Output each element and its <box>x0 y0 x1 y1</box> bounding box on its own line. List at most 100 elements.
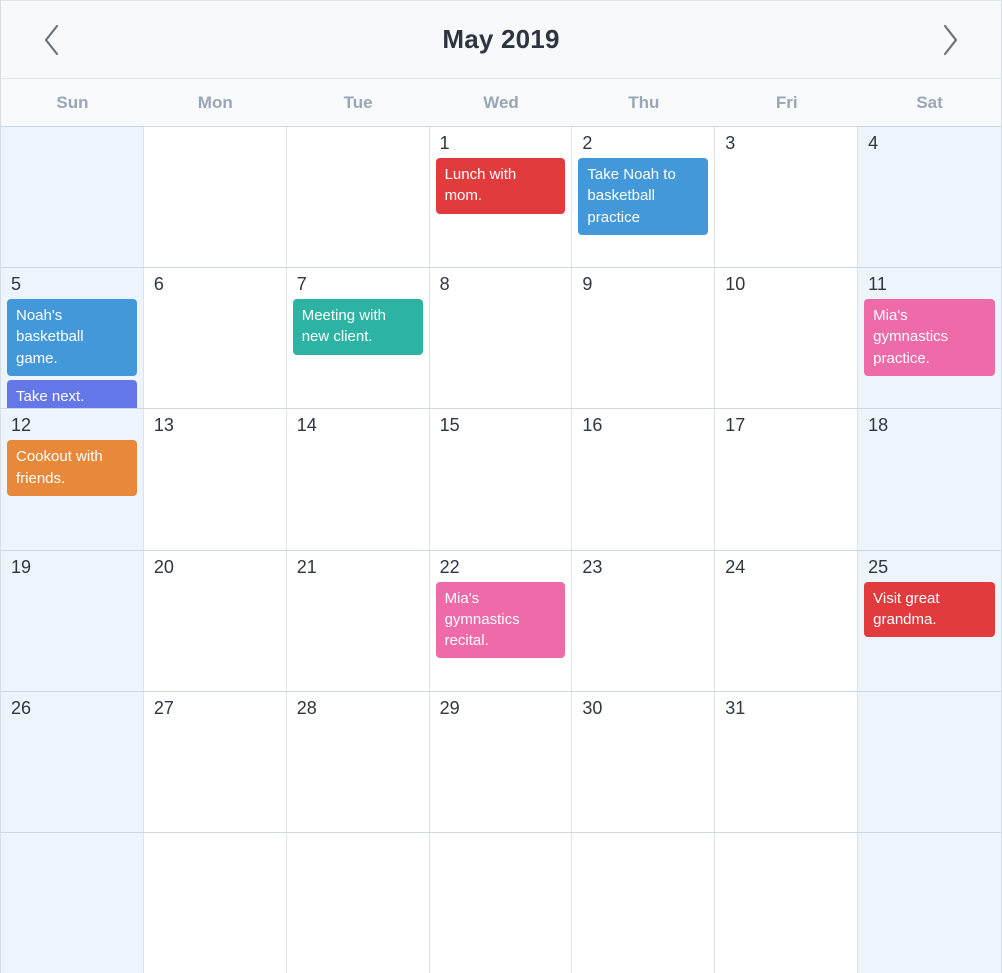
day-cell-19[interactable]: 19 <box>1 550 144 691</box>
calendar-month-view: May 2019 Sun Mon Tue Wed Thu Fri Sat 1 Lunch wi… <box>0 0 1002 973</box>
day-cell-7[interactable]: 7 Meeting with new client. <box>286 268 430 409</box>
day-number: 20 <box>153 556 174 577</box>
day-cell-empty[interactable] <box>858 691 1001 832</box>
day-number: 6 <box>153 274 164 295</box>
day-number: 12 <box>11 415 32 436</box>
day-cell-5[interactable]: 5 Noah's basketball game. Take next. <box>1 268 144 409</box>
weekday-label-sun: Sun <box>56 92 89 112</box>
prev-month-button[interactable] <box>29 18 73 62</box>
day-number <box>7 839 137 861</box>
day-cell-empty[interactable] <box>143 127 287 268</box>
day-number: 4 <box>868 133 879 153</box>
day-number: 23 <box>582 556 603 577</box>
day-number <box>293 839 423 861</box>
day-cell-empty[interactable] <box>286 127 430 268</box>
day-cell-18[interactable]: 18 <box>858 409 1001 550</box>
day-number: 31 <box>725 697 746 718</box>
event-list: Visit great grandma. <box>864 581 995 638</box>
weekday-label-tue: Tue <box>343 92 373 112</box>
day-cell-21[interactable]: 21 <box>286 550 430 691</box>
week-row <box>1 832 1001 973</box>
event-list: Noah's basketball game. Take next. <box>7 299 137 409</box>
day-cell-20[interactable]: 20 <box>143 550 287 691</box>
day-cell-empty[interactable] <box>286 832 430 973</box>
event-item[interactable]: Meeting with new client. <box>292 299 423 355</box>
day-number: 21 <box>296 556 317 577</box>
day-cell-6[interactable]: 6 <box>143 268 287 409</box>
event-item[interactable]: Take next. <box>7 380 137 409</box>
event-list: Meeting with new client. <box>292 299 423 355</box>
day-number: 11 <box>868 274 887 295</box>
event-item[interactable]: Cookout with friends. <box>7 440 137 496</box>
day-cell-22[interactable]: 22 Mia's gymnastics recital. <box>429 550 573 691</box>
day-number: 25 <box>868 556 889 577</box>
day-cell-27[interactable]: 27 <box>143 691 287 832</box>
day-cell-17[interactable]: 17 <box>715 409 859 550</box>
day-cell-empty[interactable] <box>1 832 144 973</box>
weekday-label-sat: Sat <box>916 92 943 112</box>
day-cell-31[interactable]: 31 <box>715 691 859 832</box>
day-number <box>7 133 137 155</box>
day-number: 8 <box>439 274 450 295</box>
day-cell-empty[interactable] <box>429 832 573 973</box>
event-item[interactable]: Noah's basketball game. <box>7 299 137 377</box>
day-cell-empty[interactable] <box>572 832 716 973</box>
month-title: May 2019 <box>442 24 560 54</box>
day-cell-3[interactable]: 3 <box>715 127 859 268</box>
day-number <box>864 698 995 720</box>
day-cell-12[interactable]: 12 Cookout with friends. <box>1 409 144 550</box>
day-number: 24 <box>725 556 746 577</box>
weekday-label-fri: Fri <box>775 92 798 112</box>
day-cell-empty[interactable] <box>1 127 144 268</box>
weekday-label-thu: Thu <box>628 92 660 112</box>
event-item[interactable]: Mia's gymnastics practice. <box>864 299 995 377</box>
event-item[interactable]: Visit great grandma. <box>864 581 995 638</box>
day-cell-14[interactable]: 14 <box>286 409 430 550</box>
day-cell-24[interactable]: 24 <box>715 550 859 691</box>
day-number: 29 <box>439 697 460 718</box>
day-cell-4[interactable]: 4 <box>858 127 1001 268</box>
day-cell-10[interactable]: 10 <box>715 268 859 409</box>
day-cell-empty[interactable] <box>715 832 859 973</box>
day-cell-13[interactable]: 13 <box>143 409 287 550</box>
day-number: 1 <box>439 133 450 153</box>
day-cell-28[interactable]: 28 <box>286 691 430 832</box>
day-number: 19 <box>11 556 32 577</box>
day-number: 14 <box>296 415 317 436</box>
event-item[interactable]: Take Noah to basketball practice <box>578 158 709 235</box>
day-cell-empty[interactable] <box>143 832 287 973</box>
day-number <box>436 839 566 861</box>
day-cell-9[interactable]: 9 <box>572 268 716 409</box>
day-cell-11[interactable]: 11 Mia's gymnastics practice. <box>858 268 1001 409</box>
event-list: Mia's gymnastics practice. <box>864 299 995 377</box>
day-cell-2[interactable]: 2 Take Noah to basketball practice <box>572 127 716 268</box>
event-list: Cookout with friends. <box>7 440 137 496</box>
day-cell-1[interactable]: 1 Lunch with mom. <box>429 127 573 268</box>
day-number: 10 <box>725 274 746 295</box>
calendar-toolbar: May 2019 <box>1 0 1001 79</box>
day-cell-29[interactable]: 29 <box>429 691 573 832</box>
day-cell-26[interactable]: 26 <box>1 691 144 832</box>
week-row: 26 27 28 29 30 31 <box>1 691 1001 833</box>
day-number: 7 <box>296 274 307 295</box>
event-item[interactable]: Lunch with mom. <box>435 158 566 214</box>
day-number: 16 <box>582 415 603 436</box>
day-number <box>150 133 280 155</box>
next-month-button[interactable] <box>929 18 973 62</box>
day-cell-empty[interactable] <box>858 832 1001 973</box>
day-number: 5 <box>11 274 22 295</box>
day-number <box>150 839 280 861</box>
chevron-left-icon <box>44 24 59 55</box>
day-cell-30[interactable]: 30 <box>572 691 716 832</box>
event-item[interactable]: Mia's gymnastics recital. <box>435 581 566 659</box>
day-number: 9 <box>582 274 593 295</box>
day-cell-15[interactable]: 15 <box>429 409 573 550</box>
week-row: 1 Lunch with mom. 2 Take Noah to basketball… <box>1 127 1001 269</box>
day-cell-8[interactable]: 8 <box>429 268 573 409</box>
day-number <box>864 839 995 861</box>
day-cell-23[interactable]: 23 <box>572 550 716 691</box>
chevron-right-icon <box>943 24 958 55</box>
week-row: 5 Noah's basketball game. Take next. 6 7 Meet… <box>1 268 1001 410</box>
day-cell-25[interactable]: 25 Visit great grandma. <box>858 550 1001 691</box>
day-cell-16[interactable]: 16 <box>572 409 716 550</box>
